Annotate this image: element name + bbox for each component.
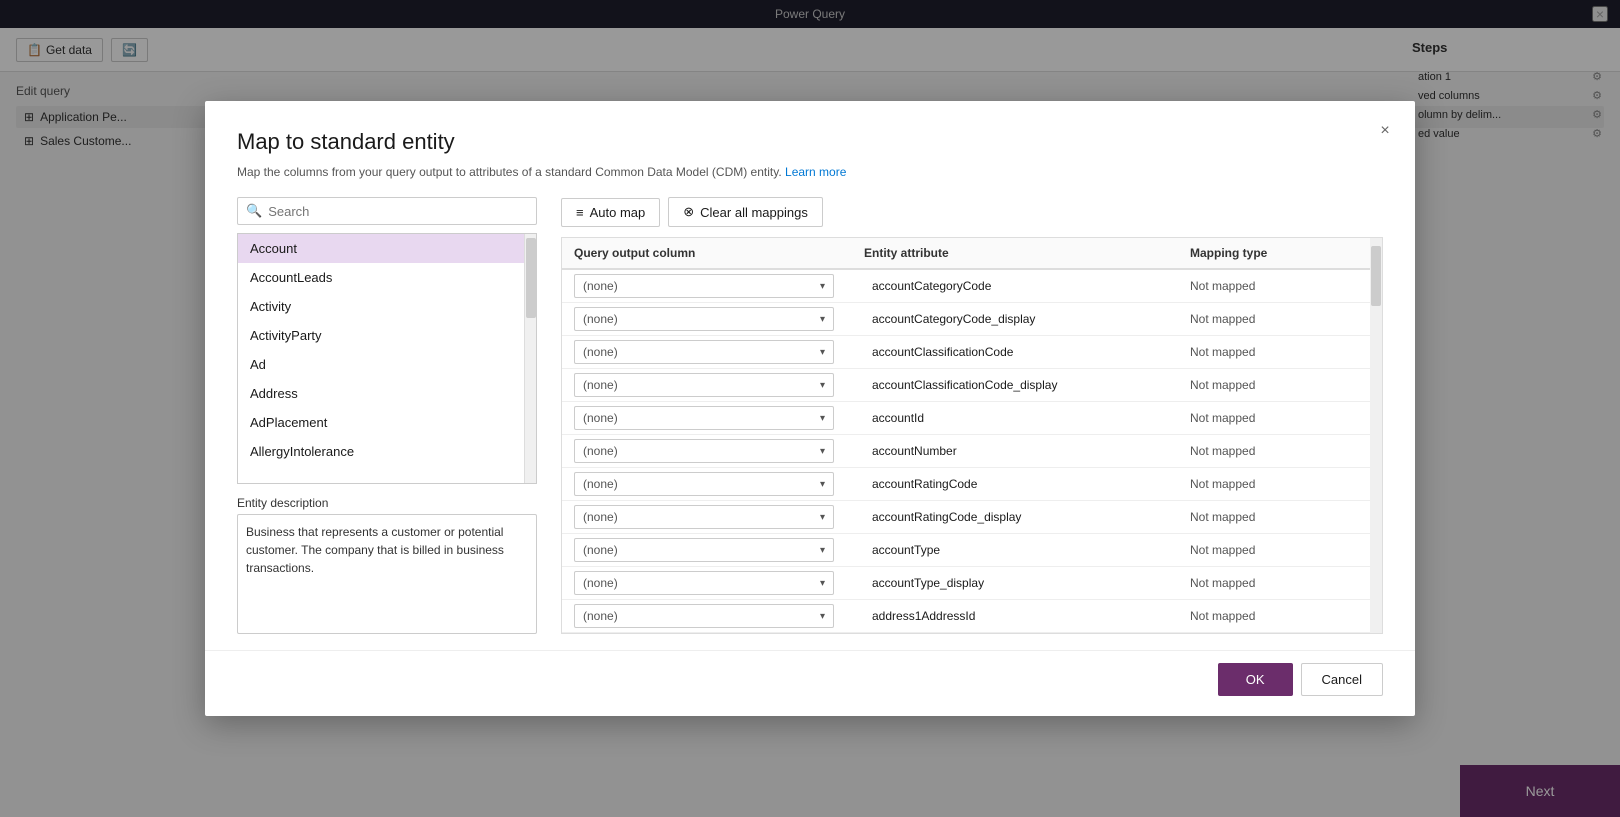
modal-header: Map to standard entity Map the columns f… — [205, 101, 1415, 197]
mapping-select-3[interactable]: (none) ▾ — [574, 373, 834, 397]
modal-dialog: × Map to standard entity Map the columns… — [205, 101, 1415, 716]
col-header-mapping: Mapping type — [1190, 246, 1370, 260]
col-header-entity: Entity attribute — [864, 246, 1190, 260]
entity-item-account[interactable]: Account — [238, 234, 524, 263]
chevron-down-icon-5: ▾ — [820, 446, 825, 457]
entity-item-ad[interactable]: Ad — [238, 350, 524, 379]
mapping-type-10: Not mapped — [1190, 609, 1370, 623]
mapping-table-header: Query output column Entity attribute Map… — [562, 238, 1382, 270]
entity-attr-5: accountNumber — [864, 444, 1190, 458]
mapping-panel: ≡ Auto map ⊗ Clear all mappings Query ou… — [561, 197, 1383, 634]
chevron-down-icon-8: ▾ — [820, 545, 825, 556]
mapping-row-10: (none) ▾ address1AddressId Not mapped — [562, 600, 1382, 633]
mapping-row-2: (none) ▾ accountClassificationCode Not m… — [562, 336, 1382, 369]
auto-map-button[interactable]: ≡ Auto map — [561, 198, 660, 227]
chevron-down-icon-7: ▾ — [820, 512, 825, 523]
ok-button[interactable]: OK — [1218, 663, 1293, 696]
mapping-row-5: (none) ▾ accountNumber Not mapped — [562, 435, 1382, 468]
search-box[interactable]: 🔍 — [237, 197, 537, 225]
mapping-type-5: Not mapped — [1190, 444, 1370, 458]
mapping-select-8[interactable]: (none) ▾ — [574, 538, 834, 562]
entity-item-address[interactable]: Address — [238, 379, 524, 408]
col-header-query: Query output column — [574, 246, 864, 260]
entity-attr-0: accountCategoryCode — [864, 279, 1190, 293]
mapping-row-7: (none) ▾ accountRatingCode_display Not m… — [562, 501, 1382, 534]
chevron-down-icon-2: ▾ — [820, 347, 825, 358]
entity-attr-3: accountClassificationCode_display — [864, 378, 1190, 392]
mapping-type-6: Not mapped — [1190, 477, 1370, 491]
table-scrollbar[interactable] — [1370, 238, 1382, 633]
mapping-table-body: (none) ▾ accountCategoryCode Not mapped — [562, 270, 1382, 633]
auto-map-icon: ≡ — [576, 205, 584, 220]
mapping-row-6: (none) ▾ accountRatingCode Not mapped — [562, 468, 1382, 501]
chevron-down-icon-3: ▾ — [820, 380, 825, 391]
entity-attr-2: accountClassificationCode — [864, 345, 1190, 359]
entity-list: Account AccountLeads Activity ActivityPa… — [238, 234, 524, 483]
entity-item-activityparty[interactable]: ActivityParty — [238, 321, 524, 350]
mapping-row-1: (none) ▾ accountCategoryCode_display Not… — [562, 303, 1382, 336]
mapping-type-7: Not mapped — [1190, 510, 1370, 524]
mapping-row-4: (none) ▾ accountId Not mapped — [562, 402, 1382, 435]
chevron-down-icon-1: ▾ — [820, 314, 825, 325]
entity-item-activity[interactable]: Activity — [238, 292, 524, 321]
modal-close-button[interactable]: × — [1371, 117, 1399, 145]
mapping-select-4[interactable]: (none) ▾ — [574, 406, 834, 430]
chevron-down-icon-0: ▾ — [820, 281, 825, 292]
clear-icon: ⊗ — [683, 204, 694, 220]
mapping-type-8: Not mapped — [1190, 543, 1370, 557]
entity-attr-10: address1AddressId — [864, 609, 1190, 623]
modal-body: 🔍 Account AccountLeads Activity Activity… — [205, 197, 1415, 650]
mapping-table-container: Query output column Entity attribute Map… — [561, 237, 1383, 634]
mapping-type-1: Not mapped — [1190, 312, 1370, 326]
chevron-down-icon-10: ▾ — [820, 611, 825, 622]
mapping-select-2[interactable]: (none) ▾ — [574, 340, 834, 364]
cancel-button[interactable]: Cancel — [1301, 663, 1383, 696]
entity-panel: 🔍 Account AccountLeads Activity Activity… — [237, 197, 537, 634]
mapping-select-10[interactable]: (none) ▾ — [574, 604, 834, 628]
mapping-select-6[interactable]: (none) ▾ — [574, 472, 834, 496]
modal-footer: OK Cancel — [205, 650, 1415, 716]
mapping-row-9: (none) ▾ accountType_display Not mapped — [562, 567, 1382, 600]
search-input[interactable] — [268, 204, 528, 219]
table-scrollbar-thumb — [1371, 246, 1381, 306]
modal-overlay: × Map to standard entity Map the columns… — [0, 0, 1620, 817]
search-icon: 🔍 — [246, 203, 262, 219]
modal-title: Map to standard entity — [237, 129, 1383, 155]
entity-item-allergyintolerance[interactable]: AllergyIntolerance — [238, 437, 524, 466]
mapping-type-0: Not mapped — [1190, 279, 1370, 293]
entity-description-text: Business that represents a customer or p… — [237, 514, 537, 634]
entity-list-scrollbar[interactable] — [524, 234, 536, 483]
entity-attr-7: accountRatingCode_display — [864, 510, 1190, 524]
mapping-type-9: Not mapped — [1190, 576, 1370, 590]
entity-item-accountleads[interactable]: AccountLeads — [238, 263, 524, 292]
mapping-type-3: Not mapped — [1190, 378, 1370, 392]
modal-subtitle: Map the columns from your query output t… — [237, 163, 1383, 181]
entity-attr-8: accountType — [864, 543, 1190, 557]
mapping-row-0: (none) ▾ accountCategoryCode Not mapped — [562, 270, 1382, 303]
entity-list-container: Account AccountLeads Activity ActivityPa… — [237, 233, 537, 484]
mapping-type-4: Not mapped — [1190, 411, 1370, 425]
mapping-toolbar: ≡ Auto map ⊗ Clear all mappings — [561, 197, 1383, 227]
chevron-down-icon-9: ▾ — [820, 578, 825, 589]
mapping-select-7[interactable]: (none) ▾ — [574, 505, 834, 529]
mapping-row-3: (none) ▾ accountClassificationCode_displ… — [562, 369, 1382, 402]
mapping-select-9[interactable]: (none) ▾ — [574, 571, 834, 595]
chevron-down-icon-4: ▾ — [820, 413, 825, 424]
learn-more-link[interactable]: Learn more — [785, 165, 846, 179]
mapping-select-1[interactable]: (none) ▾ — [574, 307, 834, 331]
entity-item-adplacement[interactable]: AdPlacement — [238, 408, 524, 437]
mapping-row-8: (none) ▾ accountType Not mapped — [562, 534, 1382, 567]
entity-attr-9: accountType_display — [864, 576, 1190, 590]
mapping-type-2: Not mapped — [1190, 345, 1370, 359]
entity-list-scrollbar-thumb — [526, 238, 536, 318]
entity-description-section: Entity description Business that represe… — [237, 496, 537, 634]
mapping-select-0[interactable]: (none) ▾ — [574, 274, 834, 298]
entity-attr-6: accountRatingCode — [864, 477, 1190, 491]
chevron-down-icon-6: ▾ — [820, 479, 825, 490]
mapping-select-5[interactable]: (none) ▾ — [574, 439, 834, 463]
entity-description-label: Entity description — [237, 496, 537, 510]
entity-attr-1: accountCategoryCode_display — [864, 312, 1190, 326]
clear-all-mappings-button[interactable]: ⊗ Clear all mappings — [668, 197, 823, 227]
entity-attr-4: accountId — [864, 411, 1190, 425]
